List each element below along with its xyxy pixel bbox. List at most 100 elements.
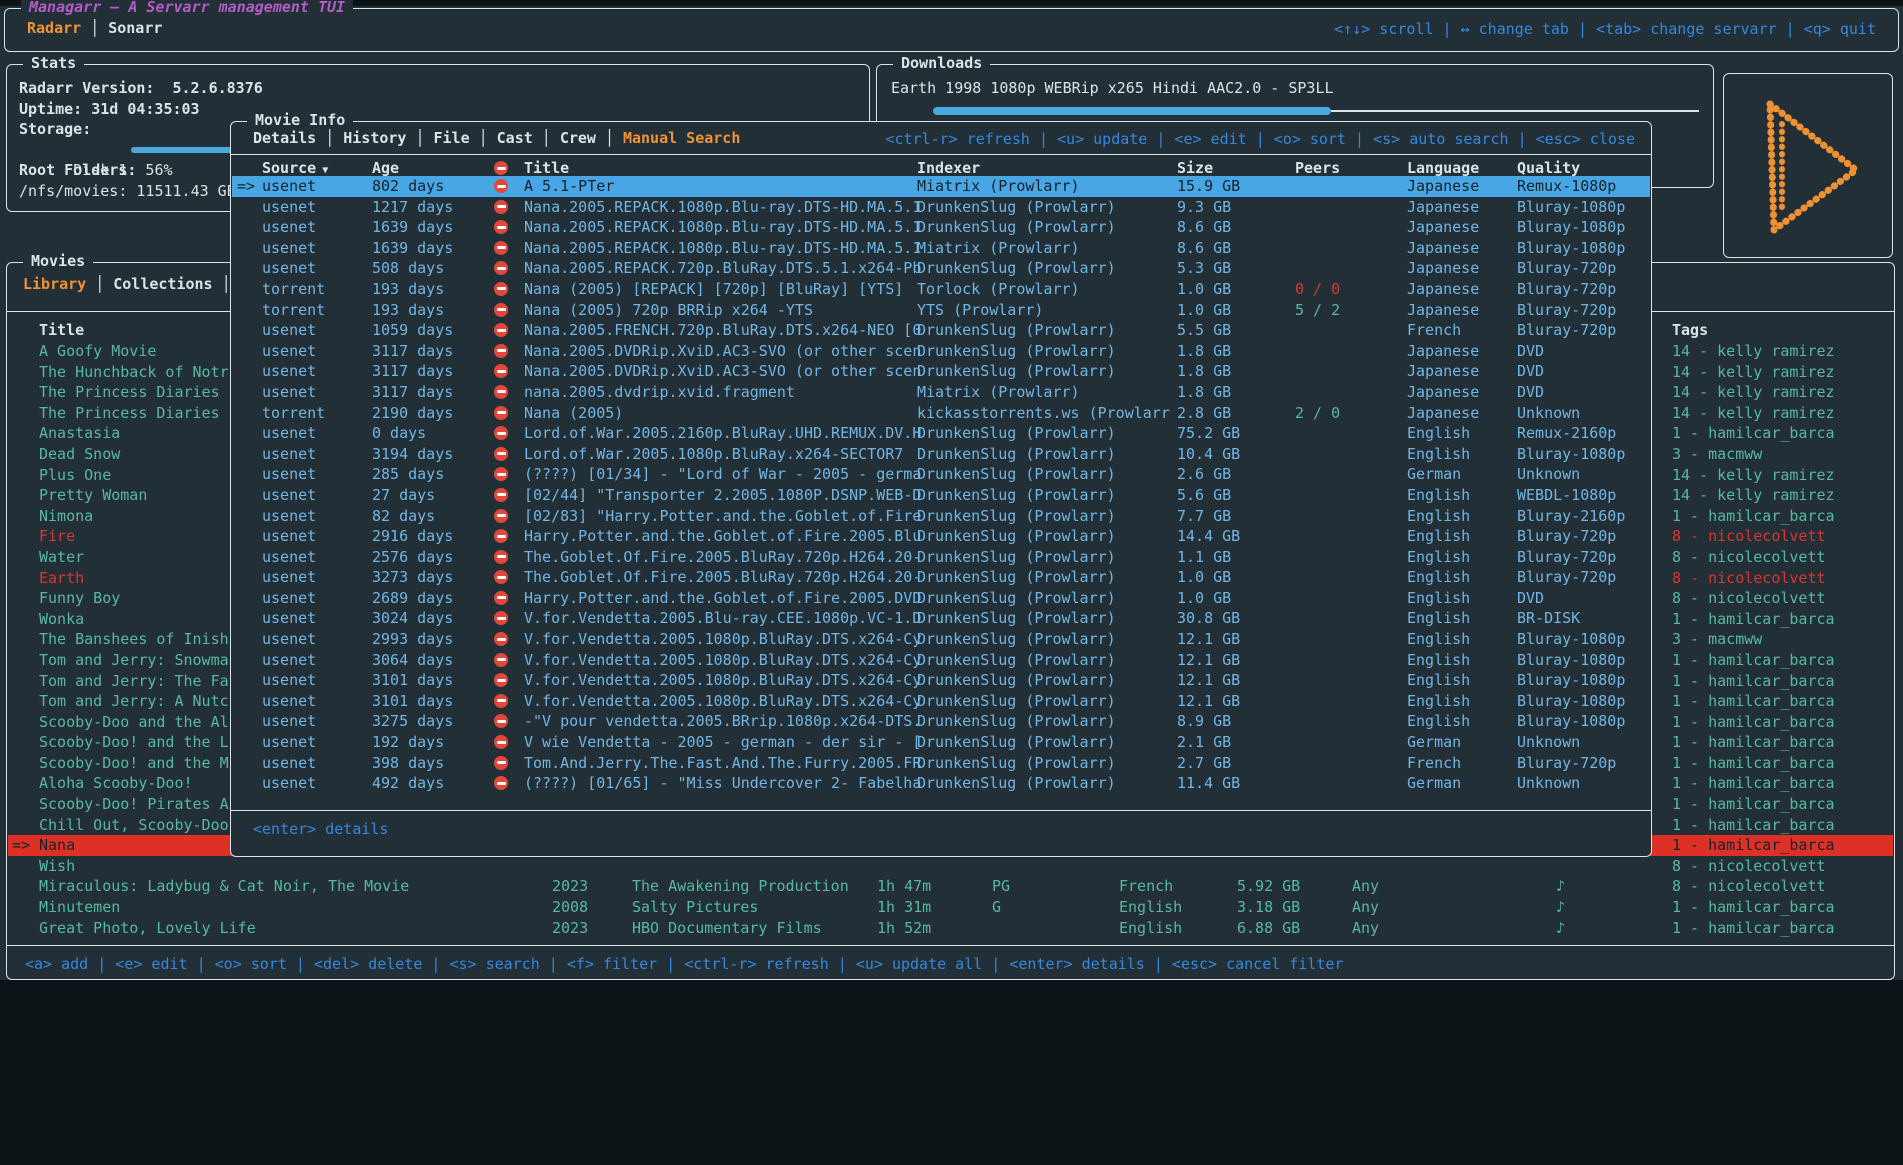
tab-sonarr[interactable]: Sonarr [108,19,162,37]
release-language-cell: German [1407,732,1461,753]
release-indexer-cell: DrunkenSlug (Prowlarr) [917,629,1116,650]
tab-separator [406,129,433,147]
release-row[interactable]: usenet 285 days (????) [01/34] - "Lord o… [232,464,1650,485]
release-row[interactable]: usenet 1059 days Nana.2005.FRENCH.720p.B… [232,320,1650,341]
release-row[interactable]: usenet 27 days [02/44] "Transporter 2.20… [232,485,1650,506]
release-row[interactable]: usenet 2576 days The.Goblet.Of.Fire.2005… [232,547,1650,568]
release-row[interactable]: usenet 2993 days V.for.Vendetta.2005.108… [232,629,1650,650]
release-row[interactable]: torrent 193 days Nana (2005) 720p BRRip … [232,300,1650,321]
release-title-cell: Nana (2005) 720p BRRip x264 -YTS [524,300,813,321]
release-row[interactable]: usenet 1639 days Nana.2005.REPACK.1080p.… [232,238,1650,259]
release-row[interactable]: usenet 0 days Lord.of.War.2005.2160p.Blu… [232,423,1650,444]
release-size-cell: 15.9 GB [1177,176,1240,197]
release-source-cell: usenet [262,526,316,547]
movie-title-cell: The Princess Diaries [39,382,220,403]
rejected-icon [494,735,508,749]
app-header-panel: Managarr – A Servarr management TUI Rada… [4,8,1899,52]
release-age-cell: 3101 days [372,670,453,691]
release-indexer-cell: DrunkenSlug (Prowlarr) [917,711,1116,732]
movie-tag-cell: 1 - hamilcar_barca [1672,691,1835,712]
release-row[interactable]: usenet 3117 days Nana.2005.DVDRip.XviD.A… [232,361,1650,382]
release-source-cell: usenet [262,238,316,259]
release-language-cell: Japanese [1407,361,1479,382]
release-size-cell: 9.3 GB [1177,197,1231,218]
release-quality-cell: DVD [1517,361,1544,382]
release-row[interactable]: usenet 3194 days Lord.of.War.2005.1080p.… [232,444,1650,465]
tab-library[interactable]: Library [23,275,86,293]
logo-panel [1723,73,1893,258]
uptime-row: Uptime:31d 04:35:03 [19,99,855,120]
rejected-icon [494,529,508,543]
release-row[interactable]: usenet 3117 days nana.2005.dvdrip.xvid.f… [232,382,1650,403]
tab-crew[interactable]: Crew [560,129,596,147]
tab-collections[interactable]: Collections [113,275,212,293]
tab-separator [596,129,623,147]
release-row[interactable]: usenet 82 days [02/83] "Harry.Potter.and… [232,506,1650,527]
release-age-cell: 802 days [372,176,444,197]
movie-title-cell: Tom and Jerry: Snowma [39,650,229,671]
release-age-cell: 2689 days [372,588,453,609]
release-age-cell: 82 days [372,506,435,527]
movie-title-cell: Dead Snow [39,444,120,465]
release-row[interactable]: usenet 398 days Tom.And.Jerry.The.Fast.A… [232,753,1650,774]
release-age-cell: 3117 days [372,341,453,362]
release-row[interactable]: usenet 1217 days Nana.2005.REPACK.1080p.… [232,197,1650,218]
release-source-cell: usenet [262,464,316,485]
release-row[interactable]: usenet 3024 days V.for.Vendetta.2005.Blu… [232,608,1650,629]
release-size-cell: 14.4 GB [1177,526,1240,547]
release-size-cell: 12.1 GB [1177,650,1240,671]
tab-history[interactable]: History [343,129,406,147]
release-indexer-cell: kickasstorrents.ws (Prowlarr [917,403,1170,424]
release-indexer-cell: DrunkenSlug (Prowlarr) [917,258,1116,279]
release-row[interactable]: usenet 3064 days V.for.Vendetta.2005.108… [232,650,1650,671]
release-language-cell: Japanese [1407,217,1479,238]
download-progress-bar [933,101,1699,122]
sort-descending-icon: ▼ [322,165,328,176]
release-row[interactable]: usenet 508 days Nana.2005.REPACK.720p.Bl… [232,258,1650,279]
tab-details[interactable]: Details [253,129,316,147]
release-source-cell: usenet [262,547,316,568]
movie-tag-cell: 1 - hamilcar_barca [1672,671,1835,692]
release-row[interactable]: usenet 3101 days V.for.Vendetta.2005.108… [232,670,1650,691]
release-indexer-cell: DrunkenSlug (Prowlarr) [917,547,1116,568]
release-row[interactable]: usenet 3101 days V.for.Vendetta.2005.108… [232,691,1650,712]
release-language-cell: Japanese [1407,238,1479,259]
release-row[interactable]: usenet 1639 days Nana.2005.REPACK.1080p.… [232,217,1650,238]
release-row[interactable]: usenet 2689 days Harry.Potter.and.the.Go… [232,588,1650,609]
release-age-cell: 1639 days [372,217,453,238]
rejected-icon [494,447,508,461]
release-title-cell: [02/44] "Transporter 2.2005.1080P.DSNP.W… [524,485,921,506]
rejected-icon [494,220,508,234]
release-row[interactable]: usenet 492 days (????) [01/65] - "Miss U… [232,773,1650,794]
release-age-cell: 285 days [372,464,444,485]
download-progress-row: 52% [891,101,1699,122]
tab-manual-search[interactable]: Manual Search [623,129,740,147]
release-row[interactable]: usenet 2916 days Harry.Potter.and.the.Go… [232,526,1650,547]
release-indexer-cell: DrunkenSlug (Prowlarr) [917,217,1116,238]
release-language-cell: Japanese [1407,341,1479,362]
tab-cast[interactable]: Cast [497,129,533,147]
release-size-cell: 2.1 GB [1177,732,1231,753]
release-row[interactable]: usenet 192 days V wie Vendetta - 2005 - … [232,732,1650,753]
release-row[interactable]: usenet 3273 days The.Goblet.Of.Fire.2005… [232,567,1650,588]
release-language-cell: Japanese [1407,258,1479,279]
movie-info-title: Movie Info [247,111,353,129]
release-title-cell: The.Goblet.Of.Fire.2005.BluRay.720p.H264… [524,567,921,588]
release-age-cell: 3101 days [372,691,453,712]
release-size-cell: 1.0 GB [1177,279,1231,300]
release-row[interactable]: usenet 802 days A 5.1-PTer Miatrix (Prow… [232,176,1650,197]
tab-radarr[interactable]: Radarr [27,19,81,37]
release-indexer-cell: DrunkenSlug (Prowlarr) [917,464,1116,485]
movie-title-cell: Funny Boy [39,588,120,609]
release-row[interactable]: torrent 2190 days Nana (2005) kickasstor… [232,403,1650,424]
release-indexer-cell: DrunkenSlug (Prowlarr) [917,361,1116,382]
release-row[interactable]: usenet 3117 days Nana.2005.DVDRip.XviD.A… [232,341,1650,362]
movie-title-cell: Earth [39,568,84,589]
release-quality-cell: Bluray-1080p [1517,629,1625,650]
release-language-cell: English [1407,567,1470,588]
release-row[interactable]: usenet 3275 days -"V pour vendetta.2005.… [232,711,1650,732]
release-quality-cell: Remux-1080p [1517,176,1616,197]
tab-file[interactable]: File [434,129,470,147]
release-language-cell: French [1407,753,1461,774]
release-row[interactable]: torrent 193 days Nana (2005) [REPACK] [7… [232,279,1650,300]
